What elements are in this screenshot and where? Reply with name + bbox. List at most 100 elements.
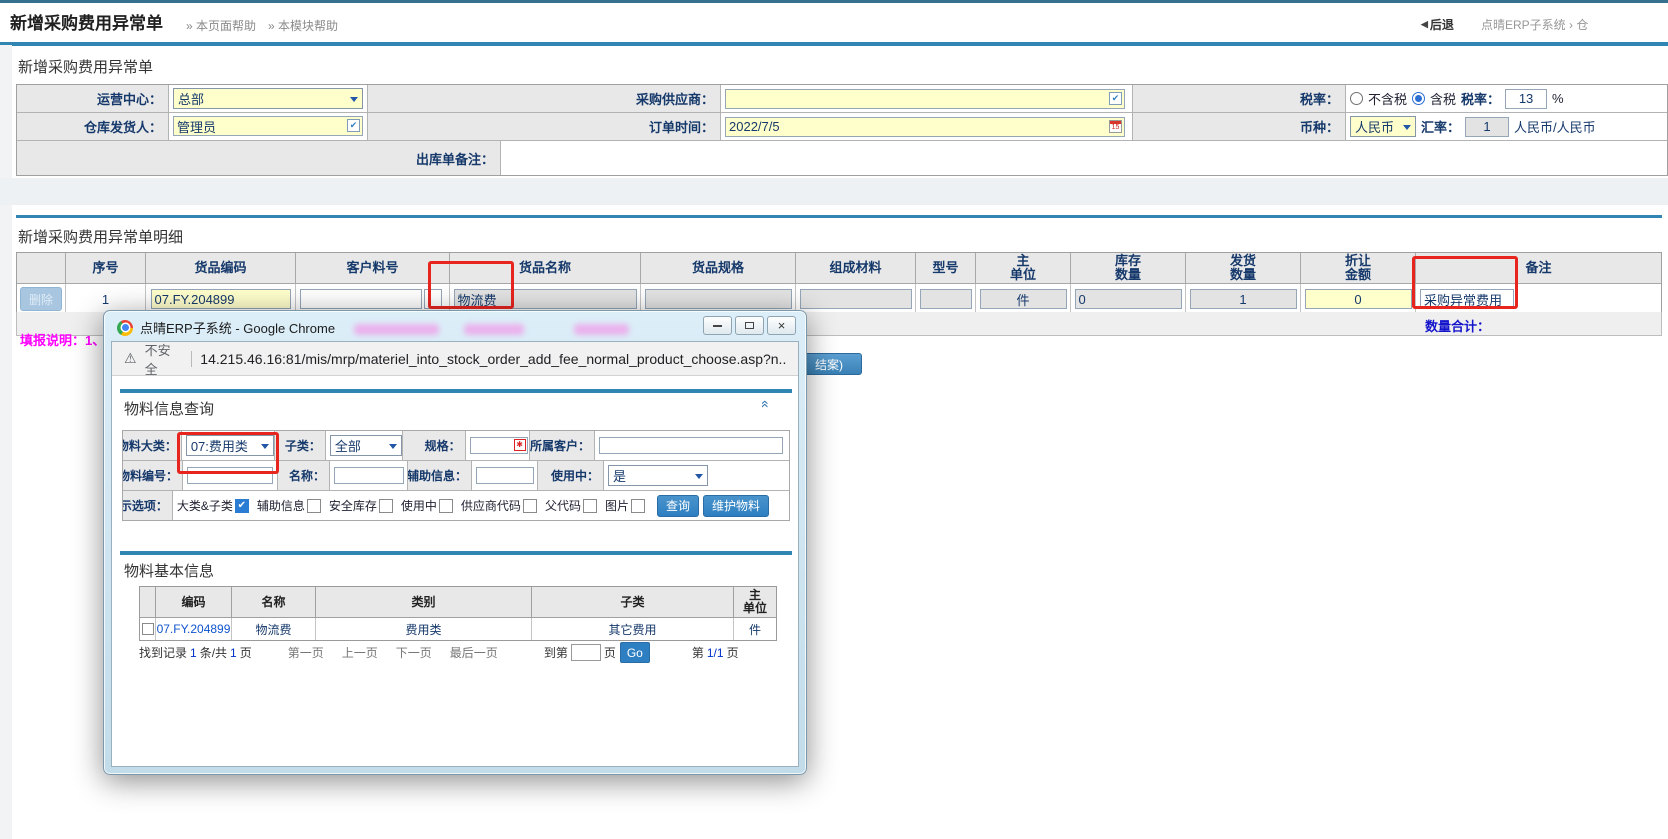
result-row-code[interactable]: 07.FY.204899 <box>156 618 232 640</box>
spec-header: 货品规格 <box>692 261 744 275</box>
option-checkbox-aux[interactable] <box>307 499 321 513</box>
delete-row-button[interactable]: 删除 <box>20 287 62 311</box>
help-links: » 本页面帮助 » 本模块帮助 <box>186 17 338 34</box>
close-button[interactable]: × <box>767 316 796 335</box>
category-select[interactable]: 07:费用类 <box>186 435 274 456</box>
maximize-button[interactable] <box>735 316 764 335</box>
maintain-material-button[interactable]: 维护物料 <box>703 495 769 517</box>
option-checkbox-category[interactable] <box>235 499 249 513</box>
next-page-link[interactable]: 下一页 <box>396 644 432 661</box>
shipper-input[interactable] <box>173 116 363 136</box>
found-records-label: 找到记录 <box>139 644 187 661</box>
row-select-checkbox[interactable] <box>142 623 154 635</box>
operation-center-label: 运营中心： <box>17 85 169 112</box>
in-use-value: 是 <box>613 466 626 485</box>
category-value: 07:费用类 <box>191 436 248 455</box>
first-page-link[interactable]: 第一页 <box>288 644 324 661</box>
option-checkbox-in-use[interactable] <box>439 499 453 513</box>
chrome-popup-window: 点晴ERP子系统 - Google Chrome × ⚠ 不安全 14.215.… <box>103 310 807 775</box>
code-header: 货品编码 <box>194 261 246 275</box>
row-spec-input <box>645 289 792 309</box>
detail-header-row: 序号 货品编码 客户料号 货品名称 货品规格 组成材料 型号 主单位 库存数量 … <box>17 253 1661 284</box>
row-remark-input[interactable] <box>1420 289 1514 309</box>
close-icon: × <box>778 318 786 333</box>
option-checkbox-image[interactable] <box>631 499 645 513</box>
chevron-down-icon <box>695 474 703 483</box>
result-row-name: 物流费 <box>232 618 316 640</box>
row-model-input <box>920 289 972 309</box>
calendar-icon[interactable] <box>1109 120 1122 133</box>
exchange-rate-input <box>1465 117 1509 137</box>
stock-qty-header: 数量 <box>1115 268 1141 282</box>
address-bar[interactable]: ⚠ 不安全 14.215.46.16:81/mis/mrp/materiel_i… <box>112 342 798 376</box>
search-button[interactable]: 查询 <box>657 495 699 517</box>
window-titlebar[interactable]: 点晴ERP子系统 - Google Chrome × <box>104 311 806 341</box>
operation-center-value: 总部 <box>178 89 204 108</box>
tax-rate-input[interactable] <box>1505 89 1547 109</box>
pagination-bar: 找到记录 1 条/共 1 页 第一页 上一页 下一页 最后一页 到第 页 Go <box>139 642 784 663</box>
spec-label: 规格： <box>403 431 466 460</box>
row-customer-no-aux-input[interactable] <box>424 289 442 309</box>
goto-page-input[interactable] <box>571 644 601 661</box>
fill-note-text: 填报说明：1、 <box>20 330 105 349</box>
option-checkbox-parent-code[interactable] <box>583 499 597 513</box>
option-checkbox-supplier-code[interactable] <box>523 499 537 513</box>
url-text: 14.215.46.16:81/mis/mrp/materiel_into_st… <box>200 351 786 367</box>
back-button[interactable]: ◀ 后退 <box>1421 16 1454 33</box>
module-help-link[interactable]: » 本模块帮助 <box>268 17 338 34</box>
chevron-down-icon <box>389 444 397 453</box>
row-customer-no-input[interactable] <box>300 289 422 309</box>
material-header: 组成材料 <box>829 261 881 275</box>
percent-sign: % <box>1552 91 1564 106</box>
result-row-subcategory: 其它费用 <box>532 618 734 640</box>
spec-special-char-icon[interactable]: ✱ <box>514 439 526 451</box>
currency-value: 人民币 <box>1355 117 1394 136</box>
order-time-input[interactable] <box>725 117 1125 137</box>
last-page-link[interactable]: 最后一页 <box>450 644 498 661</box>
result-row-unit: 件 <box>734 618 776 640</box>
page-help-link[interactable]: » 本页面帮助 <box>186 17 256 34</box>
row-code-input[interactable] <box>151 289 291 309</box>
supplier-input[interactable] <box>725 89 1125 109</box>
top-accent-strip <box>0 0 1668 3</box>
material-name-input[interactable] <box>334 467 404 484</box>
left-gutter <box>0 45 12 839</box>
currency-select[interactable]: 人民币 <box>1350 116 1416 137</box>
prev-page-link[interactable]: 上一页 <box>342 644 378 661</box>
minimize-button[interactable] <box>703 316 732 335</box>
quantity-total-label: 数量合计： <box>1425 316 1490 335</box>
aux-info-input[interactable] <box>476 467 534 484</box>
goto-page-label: 到第 <box>544 644 568 661</box>
material-query-form: 物料大类： 07:费用类 子类： 全部 <box>122 430 790 521</box>
subcategory-select[interactable]: 全部 <box>330 435 402 456</box>
outbound-remark-area[interactable] <box>501 141 1667 175</box>
operation-center-select[interactable]: 总部 <box>173 88 363 109</box>
row-unit-input <box>980 289 1067 309</box>
shipper-label: 仓库发货人： <box>17 113 169 140</box>
tax-excluded-radio[interactable] <box>1350 92 1363 105</box>
row-stock-qty-input <box>1075 289 1182 309</box>
unit-header: 单位 <box>1010 268 1036 282</box>
supplier-picker-icon[interactable]: ✔ <box>1109 92 1122 105</box>
result-subcategory-header: 子类 <box>620 596 644 609</box>
shipper-picker-icon[interactable]: ✔ <box>347 119 360 132</box>
query-accent-line <box>120 389 792 393</box>
page-title: 新增采购费用异常单 <box>10 9 163 34</box>
section-gap-band <box>0 178 1668 205</box>
back-label: 后退 <box>1430 16 1454 33</box>
row-discount-input[interactable] <box>1305 289 1412 309</box>
customer-input[interactable] <box>599 437 783 454</box>
order-time-label: 订单时间： <box>368 113 721 140</box>
result-category-header: 类别 <box>411 596 435 609</box>
go-button[interactable]: Go <box>620 642 650 663</box>
in-use-select[interactable]: 是 <box>608 465 708 486</box>
tax-included-radio[interactable] <box>1412 92 1425 105</box>
result-unit-header: 单位 <box>743 602 767 615</box>
material-code-input[interactable] <box>187 467 273 484</box>
warning-icon: ⚠ <box>124 350 137 367</box>
collapse-icon[interactable]: « <box>758 400 774 408</box>
option-checkbox-safety-stock[interactable] <box>379 499 393 513</box>
chevron-down-icon <box>350 97 358 106</box>
row-ship-qty-input <box>1190 289 1297 309</box>
exchange-rate-label: 汇率： <box>1421 117 1460 136</box>
